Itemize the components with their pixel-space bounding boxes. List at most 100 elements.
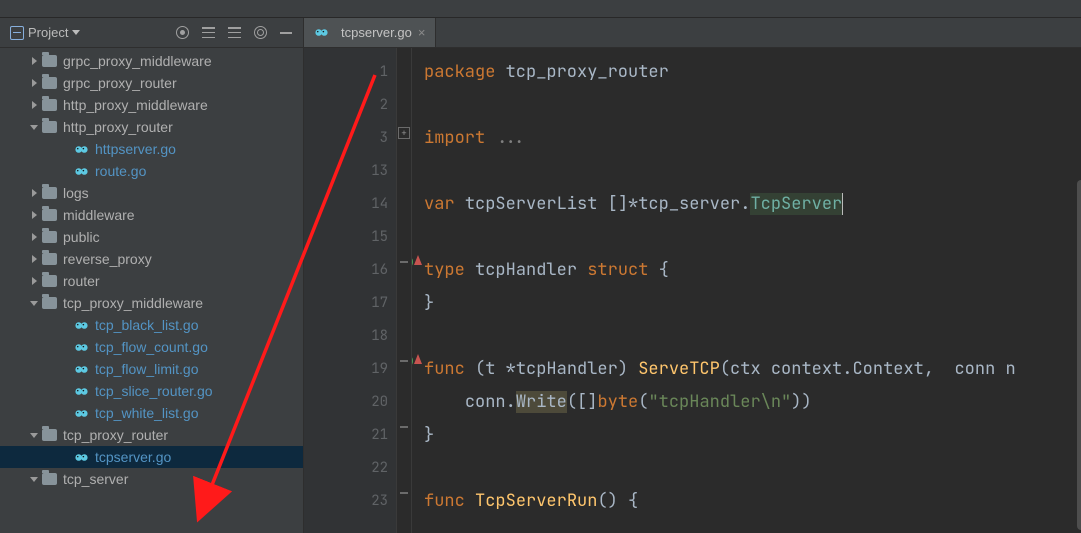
window-topbar [0, 0, 1081, 18]
code-line[interactable]: import ... [424, 122, 1081, 155]
chevron-right-icon[interactable] [28, 275, 40, 287]
tree-file[interactable]: tcp_flow_limit.go [0, 358, 303, 380]
go-file-icon [74, 450, 89, 465]
code-line[interactable]: package tcp_proxy_router [424, 56, 1081, 89]
tree-folder[interactable]: tcp_proxy_router [0, 424, 303, 446]
select-opened-file-button[interactable] [171, 22, 193, 44]
line-number: 21 [304, 419, 388, 452]
code-line[interactable] [424, 155, 1081, 188]
code-line[interactable] [424, 221, 1081, 254]
tree-folder[interactable]: http_proxy_router [0, 116, 303, 138]
code-line[interactable] [424, 89, 1081, 122]
tree-item-label: grpc_proxy_middleware [63, 53, 212, 69]
tree-item-label: logs [63, 185, 89, 201]
tree-file[interactable]: tcp_flow_count.go [0, 336, 303, 358]
project-tree[interactable]: grpc_proxy_middleware grpc_proxy_routerht… [0, 48, 303, 533]
go-file-icon [74, 318, 89, 333]
project-icon [10, 26, 24, 40]
code-line[interactable] [424, 320, 1081, 353]
tree-folder[interactable]: http_proxy_middleware [0, 94, 303, 116]
line-number: 1 [304, 56, 388, 89]
fold-collapse-icon[interactable] [400, 492, 408, 494]
chevron-down-icon[interactable] [28, 429, 40, 441]
chevron-right-icon[interactable] [28, 99, 40, 111]
line-number: 20 [304, 386, 388, 419]
gear-icon [254, 26, 267, 39]
tab-tcpserver[interactable]: tcpserver.go × [304, 18, 436, 47]
tree-file[interactable]: tcp_black_list.go [0, 314, 303, 336]
chevron-right-icon[interactable] [28, 253, 40, 265]
tree-item-label: tcp_slice_router.go [95, 383, 213, 399]
line-number: 19 [304, 353, 388, 386]
settings-button[interactable] [249, 22, 271, 44]
chevron-right-icon[interactable] [28, 55, 40, 67]
chevron-right-icon[interactable] [28, 231, 40, 243]
folder-icon [42, 77, 57, 89]
editor-tabs: tcpserver.go × [304, 18, 1081, 48]
code-line[interactable]: } [424, 419, 1081, 452]
tree-folder[interactable]: middleware [0, 204, 303, 226]
expand-all-button[interactable] [197, 22, 219, 44]
code-content[interactable]: package tcp_proxy_routerimport ... var tc… [412, 48, 1081, 533]
tree-folder[interactable]: grpc_proxy_router [0, 72, 303, 94]
line-number: 15 [304, 221, 388, 254]
code-line[interactable]: func (t *tcpHandler) ServeTCP(ctx contex… [424, 353, 1081, 386]
hide-button[interactable] [275, 22, 297, 44]
tree-file[interactable]: tcp_slice_router.go [0, 380, 303, 402]
fold-collapse-icon[interactable] [400, 360, 408, 362]
sidebar-header: Project [0, 18, 303, 48]
code-line[interactable]: } [424, 287, 1081, 320]
bars-icon [202, 27, 215, 38]
chevron-right-icon[interactable] [28, 187, 40, 199]
tree-file[interactable]: route.go [0, 160, 303, 182]
code-line[interactable]: type tcpHandler struct { [424, 254, 1081, 287]
fold-collapse-icon[interactable] [400, 261, 408, 263]
go-file-icon [74, 142, 89, 157]
tree-file[interactable]: tcp_white_list.go [0, 402, 303, 424]
tree-folder[interactable]: router [0, 270, 303, 292]
go-file-icon [74, 406, 89, 421]
tree-folder[interactable]: reverse_proxy [0, 248, 303, 270]
chevron-down-icon[interactable] [28, 297, 40, 309]
folder-icon [42, 209, 57, 221]
chevron-right-icon[interactable] [28, 209, 40, 221]
tree-item-label: tcp_white_list.go [95, 405, 199, 421]
tree-file[interactable]: httpserver.go [0, 138, 303, 160]
chevron-down-icon[interactable] [28, 121, 40, 133]
tree-folder[interactable]: tcp_server [0, 468, 303, 490]
code-line[interactable]: var tcpServerList []*tcp_server.TcpServe… [424, 188, 1081, 221]
tree-folder[interactable]: tcp_proxy_middleware [0, 292, 303, 314]
tree-item-label: httpserver.go [95, 141, 176, 157]
chevron-down-icon[interactable] [28, 473, 40, 485]
code-line[interactable]: func TcpServerRun() { [424, 485, 1081, 518]
line-number: 14 [304, 188, 388, 221]
project-dropdown[interactable]: Project [6, 23, 84, 42]
code-area[interactable]: 1231314151617181920212223 + package tcp_… [304, 48, 1081, 533]
tree-file[interactable]: tcpserver.go [0, 446, 303, 468]
tree-item-label: middleware [63, 207, 135, 223]
go-file-icon [74, 340, 89, 355]
tree-folder[interactable]: grpc_proxy_middleware [0, 50, 303, 72]
code-line[interactable] [424, 452, 1081, 485]
close-icon[interactable]: × [418, 25, 426, 40]
tree-folder[interactable]: logs [0, 182, 303, 204]
fold-expand-icon[interactable]: + [398, 127, 410, 139]
tree-folder[interactable]: public [0, 226, 303, 248]
tree-item-label: route.go [95, 163, 146, 179]
minimize-icon [280, 32, 292, 34]
tree-item-label: grpc_proxy_router [63, 75, 177, 91]
tree-item-label: tcp_server [63, 471, 128, 487]
tree-item-label: tcp_flow_limit.go [95, 361, 199, 377]
chevron-right-icon[interactable] [28, 77, 40, 89]
fold-collapse-icon[interactable] [400, 426, 408, 428]
editor-pane: tcpserver.go × 1231314151617181920212223… [304, 18, 1081, 533]
tree-item-label: tcp_flow_count.go [95, 339, 208, 355]
collapse-all-button[interactable] [223, 22, 245, 44]
line-gutter: 1231314151617181920212223 [304, 48, 396, 533]
line-number: 18 [304, 320, 388, 353]
tree-item-label: tcpserver.go [95, 449, 171, 465]
code-line[interactable]: conn.Write([]byte("tcpHandler\n")) [424, 386, 1081, 419]
tree-item-label: reverse_proxy [63, 251, 152, 267]
go-file-icon [314, 25, 329, 40]
main-area: Project grpc_proxy_middlewaregrpc_proxy_… [0, 18, 1081, 533]
